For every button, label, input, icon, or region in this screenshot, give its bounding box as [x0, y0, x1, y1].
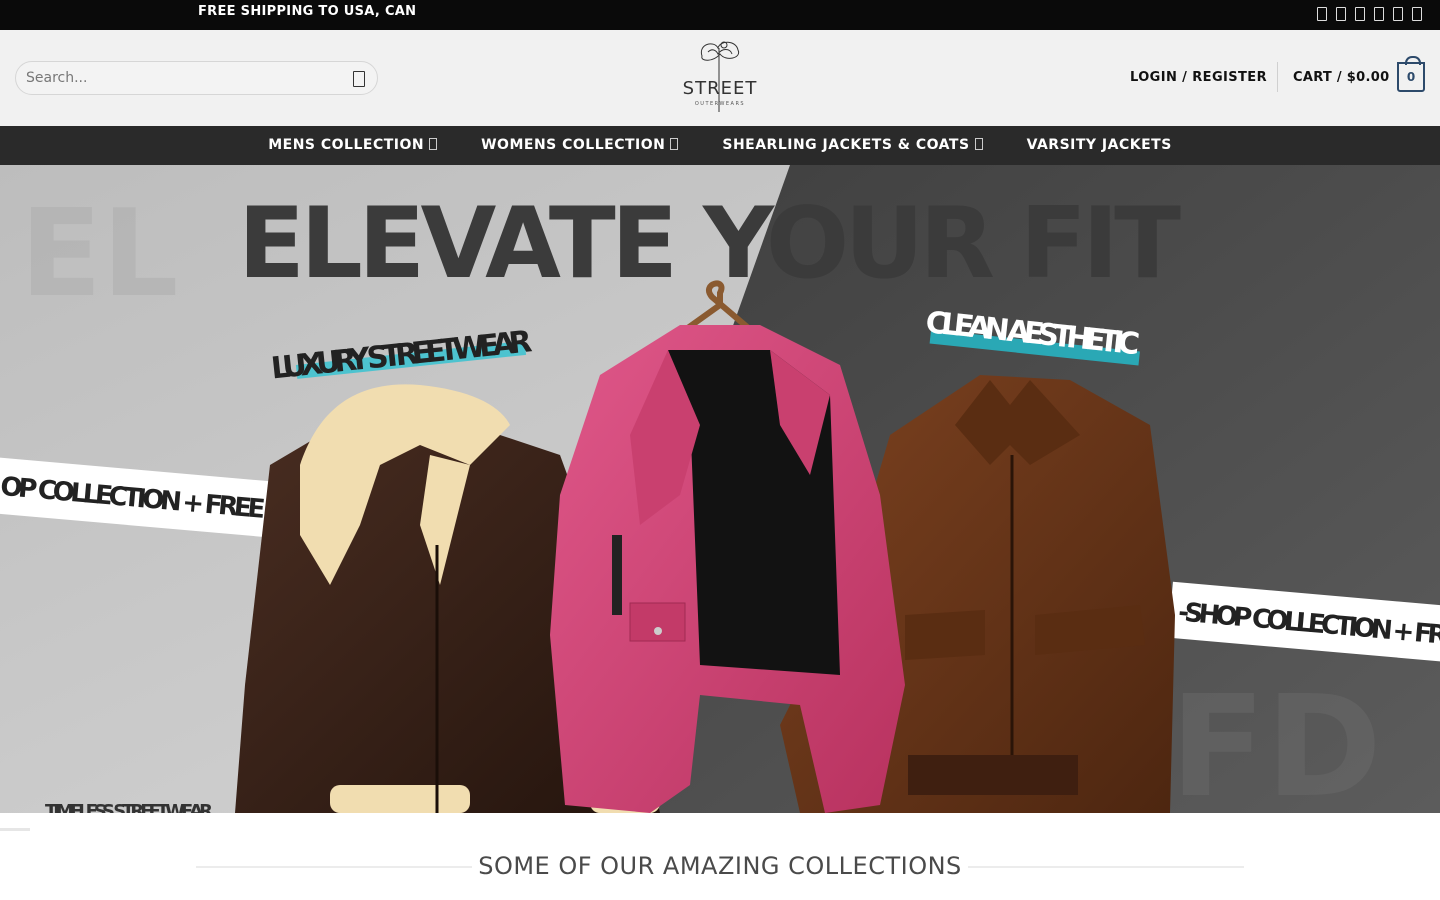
nav-label: VARSITY JACKETS: [1026, 137, 1172, 153]
cart-count-badge[interactable]: 0: [1397, 56, 1425, 92]
login-register-link[interactable]: LOGIN / REGISTER: [1130, 70, 1267, 85]
main-nav: MENS COLLECTION WOMENS COLLECTION SHEARL…: [0, 126, 1440, 165]
hero-banner[interactable]: EL FD ELEVATE YOUR FIT LUXURY STREETWEAR…: [0, 165, 1440, 813]
social-icons: [1317, 7, 1422, 21]
nav-item-shearling[interactable]: SHEARLING JACKETS & COATS: [700, 126, 1004, 165]
nav-item-varsity[interactable]: VARSITY JACKETS: [1005, 126, 1194, 165]
pinterest-icon[interactable]: [1374, 7, 1384, 21]
tiktok-icon[interactable]: [1412, 7, 1422, 21]
logo-subtext: OUTERWEARS: [695, 101, 745, 107]
section-title: SOME OF OUR AMAZING COLLECTIONS: [478, 852, 962, 880]
chevron-down-icon: [429, 138, 438, 150]
site-logo[interactable]: STREET OUTERWEARS: [668, 36, 772, 120]
header: STREET OUTERWEARS LOGIN / REGISTER CART …: [0, 30, 1440, 126]
nav-label: WOMENS COLLECTION: [481, 137, 666, 153]
chevron-down-icon: [974, 138, 983, 150]
shipping-notice: FREE SHIPPING TO USA, CAN: [198, 4, 417, 19]
nav-item-mens[interactable]: MENS COLLECTION: [246, 126, 459, 165]
twitter-icon[interactable]: [1355, 7, 1365, 21]
chevron-down-icon: [670, 138, 679, 150]
svg-text:EL: EL: [20, 185, 178, 324]
slider-indicator: [0, 813, 1440, 843]
nav-label: SHEARLING JACKETS & COATS: [722, 137, 970, 153]
header-divider: [1277, 62, 1278, 92]
top-bar: FREE SHIPPING TO USA, CAN: [0, 0, 1440, 30]
hero-image: EL FD ELEVATE YOUR FIT LUXURY STREETWEAR…: [0, 165, 1440, 813]
instagram-icon[interactable]: [1336, 7, 1346, 21]
logo-text: STREET: [683, 78, 758, 99]
collections-heading: SOME OF OUR AMAZING COLLECTIONS: [0, 850, 1440, 884]
search-input[interactable]: [26, 70, 336, 86]
nav-item-womens[interactable]: WOMENS COLLECTION: [459, 126, 700, 165]
youtube-icon[interactable]: [1393, 7, 1403, 21]
svg-text:FD: FD: [1170, 666, 1382, 813]
nav-label: MENS COLLECTION: [268, 137, 425, 153]
hero-bottom-caption: TIMELESS STREETWEAR: [45, 801, 213, 813]
search-icon[interactable]: [353, 71, 365, 87]
slider-progress[interactable]: [0, 828, 30, 831]
facebook-icon[interactable]: [1317, 7, 1327, 21]
cart-link[interactable]: CART / $0.00: [1293, 70, 1389, 85]
search-bar: [15, 61, 378, 95]
